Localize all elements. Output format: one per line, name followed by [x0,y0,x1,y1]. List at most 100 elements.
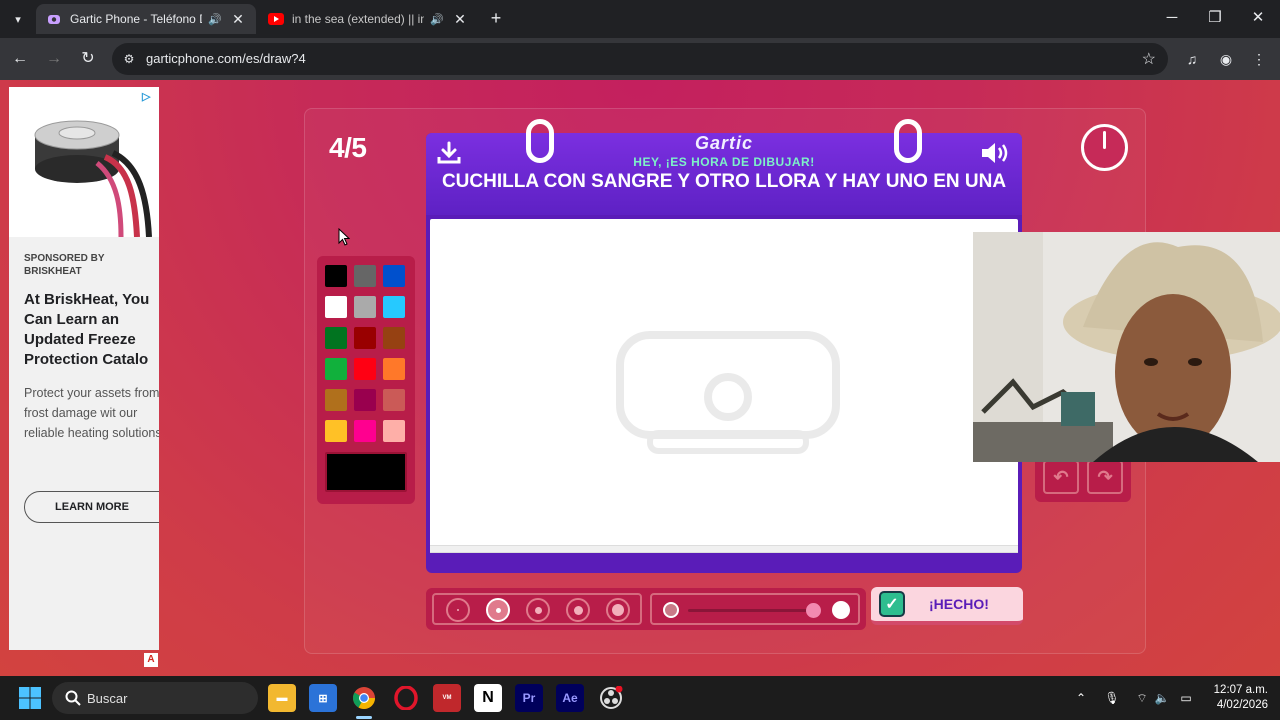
brush-size-group [432,593,642,625]
brush-tools [426,588,866,630]
mouse-cursor-icon [338,228,350,246]
bookmark-star-icon[interactable]: ☆ [1142,49,1156,69]
windows-taskbar: Buscar ▬ ⊞ VM N Pr Ae ⌃ 🎙 ⌔ 🔈 ▭ 12:07 a.… [0,676,1280,720]
tab-youtube[interactable]: in the sea (extended) || in th 🔊 ✕ [258,4,478,34]
round-counter: 4/5 [329,132,367,163]
opacity-min-icon [663,602,679,618]
battery-icon[interactable]: ▭ [1177,689,1195,707]
color-swatch[interactable] [325,358,347,380]
color-swatch[interactable] [354,296,376,318]
volume-tray-icon[interactable]: 🔈 [1153,689,1171,707]
reload-icon[interactable]: ↻ [77,48,99,70]
brush-size-dot [612,604,624,616]
minimize-icon[interactable]: ─ [1162,8,1182,28]
tab-search-button[interactable]: ▾ [6,7,30,31]
ad-product-image[interactable] [9,87,159,238]
close-window-icon[interactable]: ✕ [1248,8,1268,28]
color-swatch[interactable] [354,420,376,442]
file-explorer-icon[interactable]: ▬ [268,684,296,712]
site-info-icon[interactable]: ⚙ [120,50,138,68]
close-tab-icon[interactable]: ✕ [230,11,246,28]
browser-tab-bar: ▾ Gartic Phone - Teléfono De 🔊 ✕ in the … [0,0,1280,38]
color-swatch[interactable] [383,420,405,442]
brush-size-button[interactable] [446,598,470,622]
clock-time: 12:07 a.m. [1213,684,1268,696]
brush-size-button[interactable] [486,598,510,622]
brush-size-button[interactable] [606,598,630,622]
color-swatch[interactable] [325,420,347,442]
microsoft-store-icon[interactable]: ⊞ [309,684,337,712]
color-swatch[interactable] [325,389,347,411]
back-icon[interactable]: ← [9,48,31,70]
learn-more-button[interactable]: LEARN MORE [24,491,159,523]
done-button[interactable]: ✓ ¡HECHO! [871,587,1023,625]
menu-kebab-icon[interactable]: ⋮ [1248,48,1270,70]
brush-size-button[interactable] [566,598,590,622]
color-swatch[interactable] [325,296,347,318]
premiere-pro-icon[interactable]: Pr [515,684,543,712]
color-swatch[interactable] [354,265,376,287]
clock-date: 4/02/2026 [1216,699,1268,711]
gartic-logo: Gartic [694,133,754,153]
chrome-active-indicator [356,716,372,719]
color-swatch[interactable] [383,389,405,411]
ad-badge-icon[interactable]: A [144,653,158,667]
speaker-icon[interactable]: 🔊 [430,13,446,26]
color-swatch[interactable] [383,296,405,318]
tab-gartic-phone[interactable]: Gartic Phone - Teléfono De 🔊 ✕ [36,4,256,34]
wifi-icon[interactable]: ⌔ [1133,689,1151,707]
color-swatch[interactable] [383,327,405,349]
address-bar[interactable]: ⚙ garticphone.com/es/draw?4 ☆ [112,43,1168,75]
color-swatch[interactable] [325,265,347,287]
current-color-swatch [325,452,407,492]
draw-instruction: HEY, ¡ES HORA DE DIBUJAR! [633,155,815,169]
undo-icon[interactable]: ↶ [1043,460,1079,494]
phone-favicon-icon [46,11,62,27]
ad-sponsor-label: SPONSORED BY BRISKHEAT [24,253,105,277]
restore-icon[interactable]: ❐ [1205,8,1225,28]
color-swatch[interactable] [383,358,405,380]
opacity-track[interactable] [688,609,814,612]
voicemeeter-icon[interactable]: VM [433,684,461,712]
board-header: Gartic HEY, ¡ES HORA DE DIBUJAR! CUCHILL… [426,133,1022,215]
color-swatch[interactable] [354,389,376,411]
timer-icon [1081,124,1128,171]
color-swatch[interactable] [325,327,347,349]
forward-icon[interactable]: → [43,48,65,70]
ad-choices-icon[interactable]: ▷ [142,90,156,104]
webcam-overlay [973,232,1280,462]
close-tab-icon[interactable]: ✕ [452,11,468,28]
new-tab-button[interactable]: + [486,8,506,28]
color-swatch[interactable] [354,358,376,380]
url-text: garticphone.com/es/draw?4 [146,51,306,66]
brush-size-dot [534,606,542,614]
redo-icon[interactable]: ↷ [1087,460,1123,494]
sponsored-ad[interactable]: ▷ SPONSORED BY BRISKHEAT At BriskHeat, Y… [9,87,159,650]
tab-title: Gartic Phone - Teléfono De [70,12,202,26]
binder-ring-left [526,119,554,163]
notion-icon[interactable]: N [474,684,502,712]
done-label: ¡HECHO! [929,596,989,612]
search-icon [65,690,81,706]
opacity-slider[interactable] [650,593,860,625]
tray-overflow-icon[interactable]: ⌃ [1072,689,1090,707]
brush-size-button[interactable] [526,598,550,622]
speaker-icon[interactable]: 🔊 [208,13,224,26]
canvas-edge [430,545,1018,553]
media-controls-icon[interactable]: ♫ [1181,48,1203,70]
ad-headline[interactable]: At BriskHeat, You Can Learn an Updated F… [24,290,159,370]
opacity-handle[interactable] [806,603,821,618]
drawing-canvas[interactable] [430,219,1018,549]
profile-icon[interactable]: ◉ [1215,48,1237,70]
color-swatch[interactable] [383,265,405,287]
windows-start-icon[interactable] [18,686,42,710]
system-clock[interactable]: 12:07 a.m. 4/02/2026 [1202,683,1268,713]
microphone-icon[interactable]: 🎙 [1103,689,1121,707]
youtube-favicon-icon [268,11,284,27]
taskbar-search[interactable]: Buscar [52,682,258,714]
opera-icon[interactable] [392,684,420,712]
chrome-icon[interactable] [350,684,378,712]
obs-studio-icon[interactable] [597,684,625,712]
color-swatch[interactable] [354,327,376,349]
after-effects-icon[interactable]: Ae [556,684,584,712]
